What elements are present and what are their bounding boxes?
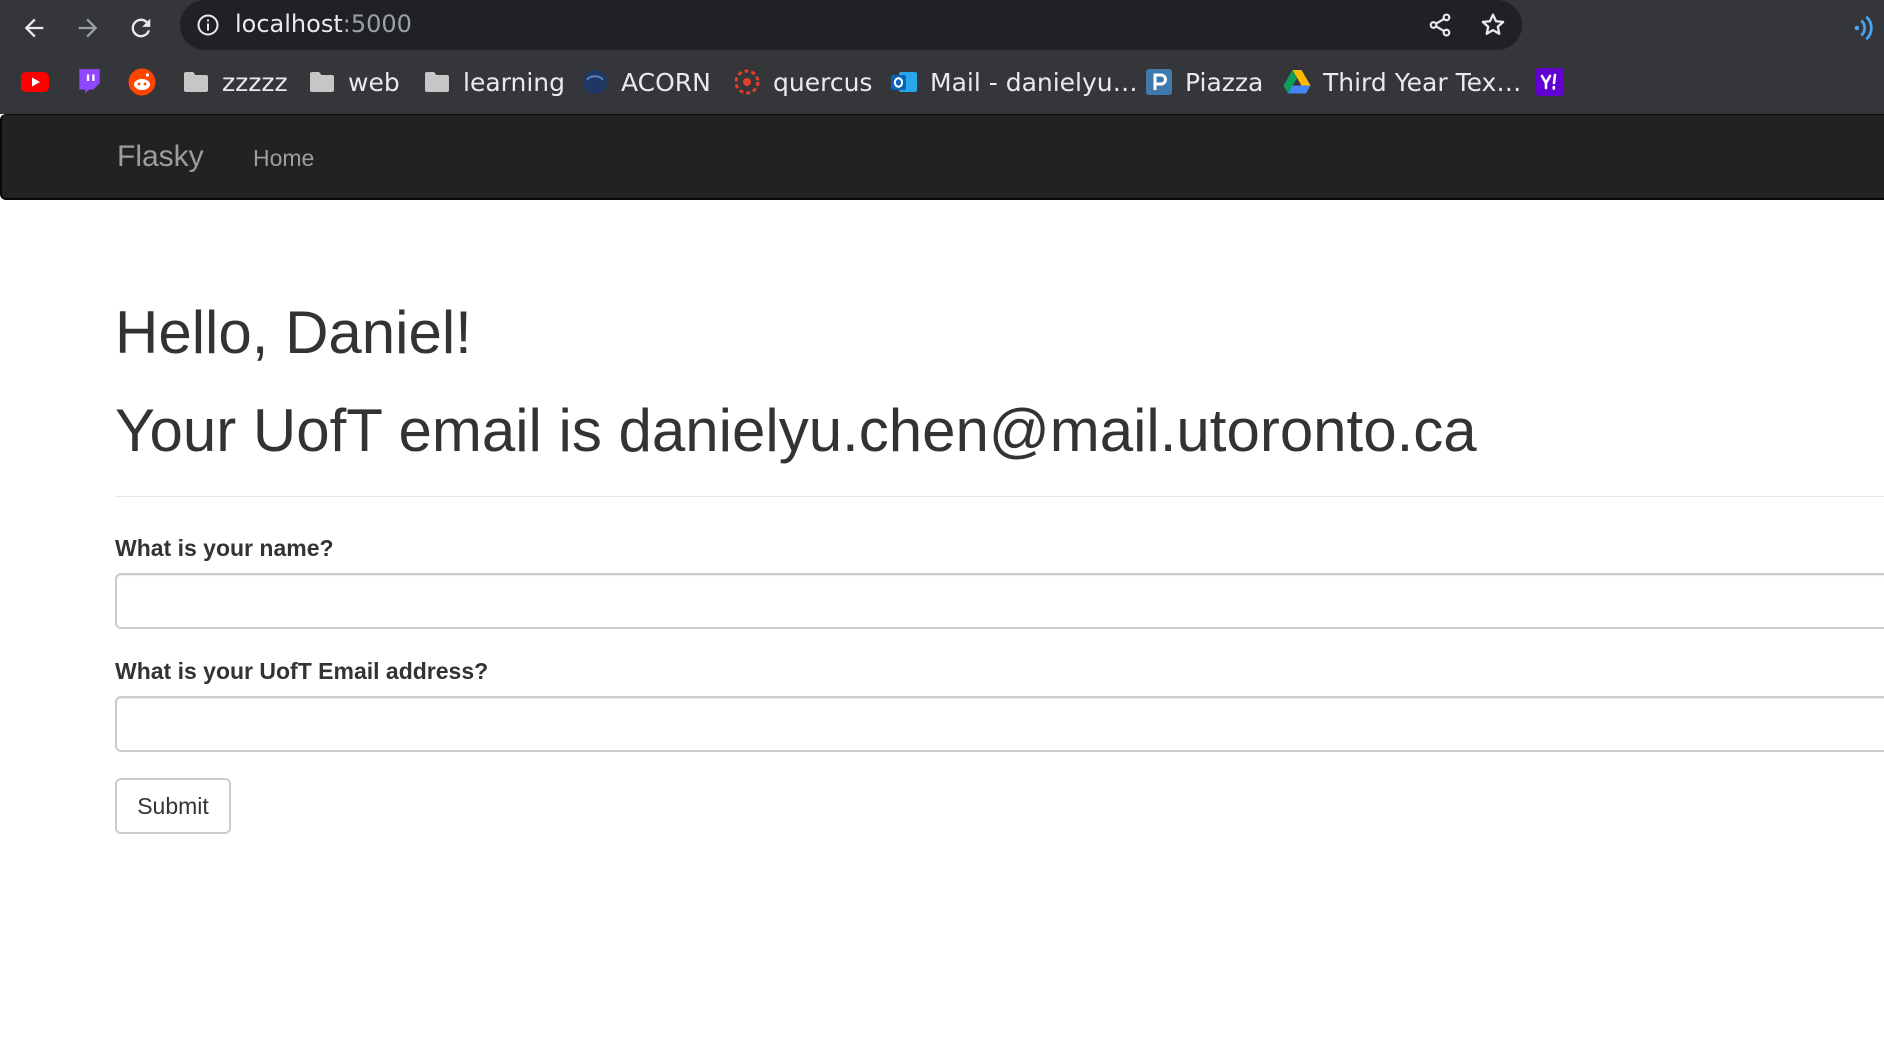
quercus-icon <box>733 68 761 96</box>
submit-button[interactable]: Submit <box>115 778 231 834</box>
yahoo-icon <box>1536 68 1564 96</box>
back-button[interactable] <box>14 8 54 48</box>
nav-link-home[interactable]: Home <box>253 143 314 173</box>
bookmark-star-icon[interactable] <box>1478 10 1508 40</box>
share-icon[interactable] <box>1425 10 1455 40</box>
bookmarks-bar: zzzzz web learning ACORN quercus Mail - … <box>0 56 1884 108</box>
folder-icon <box>308 68 336 96</box>
twitch-icon <box>75 68 103 96</box>
url-text: localhost:5000 <box>235 8 412 40</box>
forward-button[interactable] <box>68 8 108 48</box>
bookmark-twitch[interactable] <box>75 64 103 100</box>
email-heading: Your UofT email is danielyu.chen@mail.ut… <box>115 397 1477 464</box>
reload-button[interactable] <box>121 8 161 48</box>
bookmark-label: Mail - danielyu… <box>930 67 1138 97</box>
bookmark-label: zzzzz <box>222 67 288 97</box>
folder-icon <box>182 68 210 96</box>
bookmark-mail[interactable]: Mail - danielyu… <box>890 64 1138 100</box>
site-info-icon[interactable] <box>196 13 220 37</box>
reload-icon <box>131 18 151 38</box>
page-header-divider <box>115 496 1884 497</box>
bookmark-google-drive[interactable]: Third Year Tex… <box>1283 64 1521 100</box>
url-port: :5000 <box>342 10 412 38</box>
bookmark-piazza[interactable]: Piazza <box>1145 64 1263 100</box>
bookmark-label: web <box>348 67 400 97</box>
extension-icon[interactable] <box>1846 8 1884 48</box>
forward-arrow-icon <box>78 18 98 38</box>
bookmark-folder-learning[interactable]: learning <box>423 64 565 100</box>
reddit-icon <box>128 68 156 96</box>
bookmark-label: Third Year Tex… <box>1323 67 1522 97</box>
bookmark-youtube[interactable] <box>21 64 49 100</box>
bookmark-folder-web[interactable]: web <box>308 64 400 100</box>
bookmark-folder-zzzzz[interactable]: zzzzz <box>182 64 288 100</box>
name-input[interactable] <box>115 573 1884 629</box>
email-label: What is your UofT Email address? <box>115 658 489 684</box>
outlook-icon <box>890 68 918 96</box>
piazza-icon <box>1145 68 1173 96</box>
bookmark-quercus[interactable]: quercus <box>733 64 872 100</box>
back-arrow-icon <box>24 18 44 38</box>
site-navbar: Flasky Home <box>0 114 1884 200</box>
bookmark-acorn[interactable]: ACORN <box>581 64 711 100</box>
acorn-icon <box>581 68 609 96</box>
email-input[interactable] <box>115 696 1884 752</box>
browser-toolbar: localhost:5000 <box>0 0 1884 54</box>
youtube-icon <box>21 68 49 96</box>
name-label: What is your name? <box>115 535 334 561</box>
navbar-brand[interactable]: Flasky <box>117 139 204 175</box>
greeting-heading: Hello, Daniel! <box>115 299 472 366</box>
browser-chrome: localhost:5000 zzzzz web learning ACORN … <box>0 0 1884 114</box>
url-host: localhost <box>235 10 343 38</box>
bookmark-label: Piazza <box>1185 67 1264 97</box>
bookmark-label: learning <box>463 67 565 97</box>
bookmark-reddit[interactable] <box>128 64 156 100</box>
bookmark-yahoo[interactable] <box>1536 64 1564 100</box>
address-bar[interactable]: localhost:5000 <box>180 0 1522 50</box>
bookmark-label: quercus <box>773 67 873 97</box>
bookmark-label: ACORN <box>621 67 711 97</box>
google-drive-icon <box>1283 68 1311 96</box>
folder-icon <box>423 68 451 96</box>
